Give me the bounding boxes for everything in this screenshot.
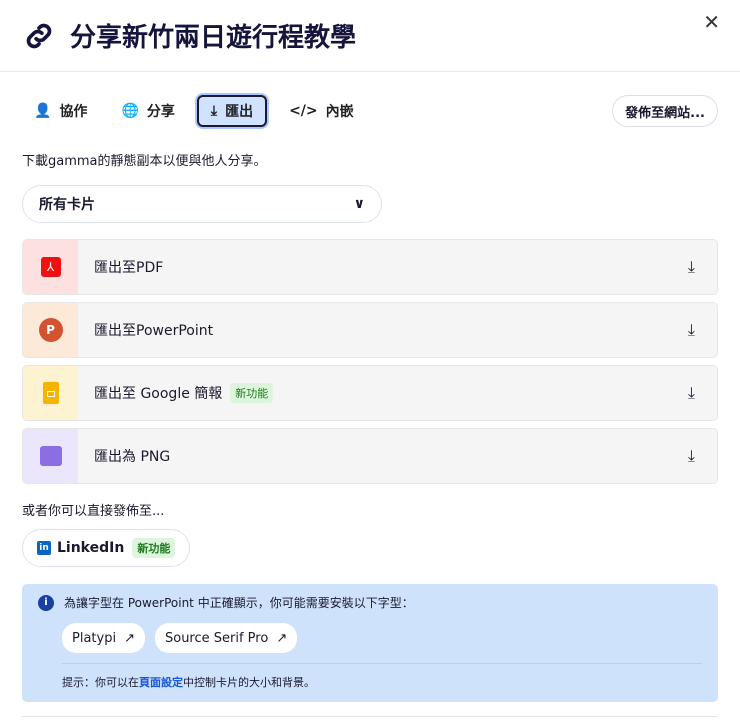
tab-share[interactable]: 🌐 分享: [109, 95, 186, 127]
link-icon: [26, 23, 52, 48]
card-select-dropdown[interactable]: 所有卡片 ∨: [22, 185, 382, 223]
font-info-box: i 為讓字型在 PowerPoint 中正確顯示，你可能需要安裝以下字型： Pla…: [22, 584, 718, 702]
publish-direct-label: 或者你可以直接發佈至...: [22, 504, 165, 519]
tab-embed[interactable]: </> 內嵌: [277, 95, 366, 127]
font-link-platypi[interactable]: Platypi ↗: [62, 623, 145, 653]
export-description: 下載gamma的靜態副本以便與他人分享。: [22, 154, 267, 169]
globe-icon: 🌐: [121, 103, 139, 119]
tab-bar: 👤 協作 🌐 分享 ⤓ 匯出 </> 內嵌 發佈至網站...: [22, 95, 718, 127]
divider: [62, 663, 702, 664]
user-plus-icon: 👤: [34, 103, 52, 119]
external-link-icon: ↗: [276, 630, 288, 646]
info-icon: i: [38, 594, 54, 611]
image-icon: [23, 429, 78, 483]
page-settings-link[interactable]: 頁面設定: [139, 676, 183, 689]
download-icon[interactable]: ⤓: [688, 257, 695, 277]
linkedin-button[interactable]: in LinkedIn 新功能: [22, 529, 191, 567]
new-feature-badge: 新功能: [230, 383, 274, 403]
chevron-down-icon: ∨: [353, 196, 365, 212]
download-icon[interactable]: ⤓: [688, 446, 695, 466]
export-pdf-row[interactable]: ⅄ 匯出至PDF ⤓: [22, 239, 718, 295]
google-slides-icon: [23, 366, 78, 420]
export-google-slides-row[interactable]: 匯出至 Google 簡報 新功能 ⤓: [22, 365, 718, 421]
tip-text: 提示：你可以在頁面設定中控制卡片的大小和背景。: [62, 676, 315, 689]
download-icon[interactable]: ⤓: [688, 320, 695, 340]
close-icon[interactable]: ✕: [703, 10, 720, 34]
tab-collaborate[interactable]: 👤 協作: [22, 95, 99, 127]
pdf-icon: ⅄: [23, 240, 78, 294]
dialog-header: 分享新竹兩日遊行程教學 ✕: [0, 0, 740, 72]
linkedin-icon: in: [37, 541, 51, 555]
publish-to-site-button[interactable]: 發佈至網站...: [612, 95, 718, 127]
tab-export[interactable]: ⤓ 匯出: [196, 95, 268, 127]
powerpoint-icon: P: [23, 303, 78, 357]
export-png-row[interactable]: 匯出為 PNG ⤓: [22, 428, 718, 484]
dialog-title: 分享新竹兩日遊行程教學: [70, 23, 357, 53]
font-link-source-serif-pro[interactable]: Source Serif Pro ↗: [154, 623, 298, 653]
new-feature-badge: 新功能: [132, 538, 176, 558]
external-link-icon: ↗: [124, 630, 135, 646]
export-powerpoint-row[interactable]: P 匯出至PowerPoint ⤓: [22, 302, 718, 358]
download-icon: ⤓: [210, 103, 218, 119]
download-icon[interactable]: ⤓: [688, 383, 695, 403]
code-icon: </>: [289, 103, 318, 119]
divider: [22, 716, 718, 717]
